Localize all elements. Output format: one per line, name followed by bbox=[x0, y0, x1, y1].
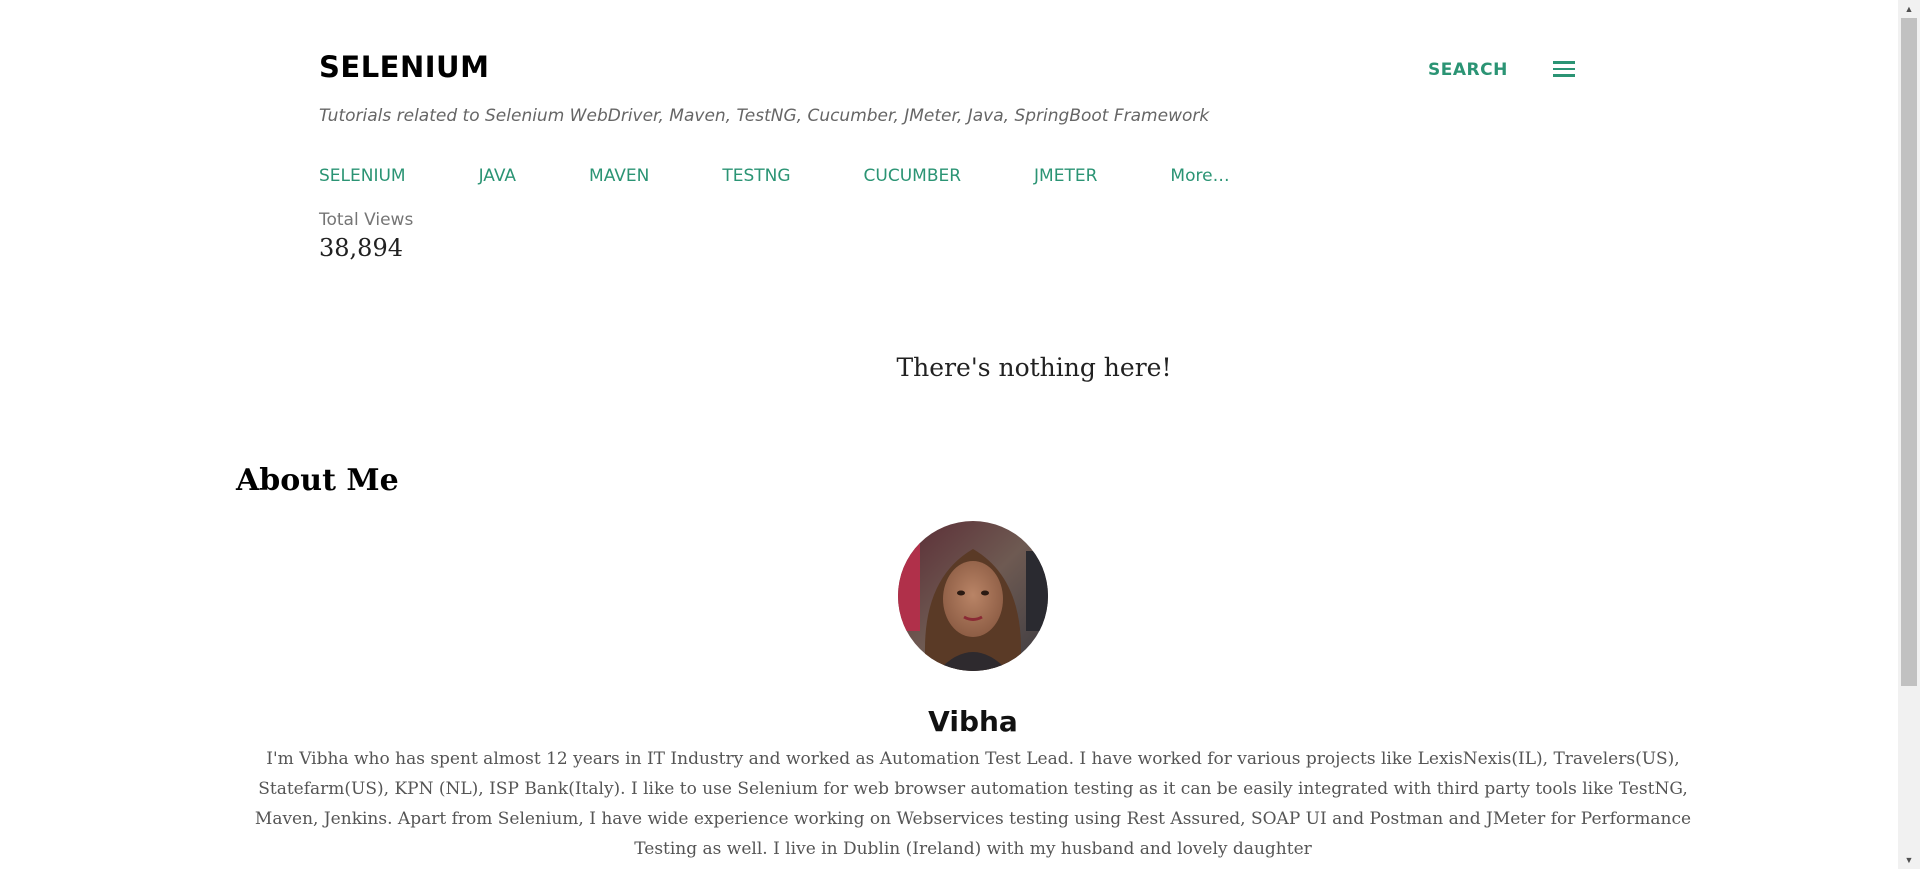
empty-message: There's nothing here! bbox=[896, 353, 1172, 382]
hamburger-menu-icon[interactable] bbox=[1553, 61, 1577, 79]
tab-testng[interactable]: TESTNG bbox=[722, 166, 790, 186]
tab-java[interactable]: JAVA bbox=[479, 166, 516, 186]
blog-description: Tutorials related to Selenium WebDriver,… bbox=[319, 106, 1210, 126]
blog-title[interactable]: SELENIUM bbox=[319, 50, 489, 84]
avatar[interactable] bbox=[898, 521, 1048, 671]
nav-tabs: SELENIUM JAVA MAVEN TESTNG CUCUMBER JMET… bbox=[319, 166, 1230, 186]
scroll-down-arrow-icon[interactable]: ▼ bbox=[1898, 851, 1920, 869]
profile-bio: I'm Vibha who has spent almost 12 years … bbox=[254, 749, 1692, 859]
tab-maven[interactable]: MAVEN bbox=[589, 166, 649, 186]
profile-name[interactable]: Vibha bbox=[0, 705, 1920, 738]
vertical-scrollbar[interactable]: ▲ ▼ bbox=[1898, 0, 1920, 869]
scroll-up-arrow-icon[interactable]: ▲ bbox=[1898, 0, 1920, 18]
tab-more[interactable]: More… bbox=[1170, 166, 1229, 186]
tab-cucumber[interactable]: CUCUMBER bbox=[864, 166, 962, 186]
blog-page: SELENIUM SEARCH Tutorials related to Sel… bbox=[0, 0, 1920, 869]
stats-value: 38,894 bbox=[319, 234, 403, 262]
tab-selenium[interactable]: SELENIUM bbox=[319, 166, 406, 186]
stats-label: Total Views bbox=[319, 210, 414, 230]
tab-jmeter[interactable]: JMETER bbox=[1034, 166, 1097, 186]
scroll-thumb[interactable] bbox=[1901, 18, 1917, 686]
search-button[interactable]: SEARCH bbox=[1428, 60, 1508, 80]
about-heading: About Me bbox=[236, 463, 399, 498]
avatar-image bbox=[898, 521, 1048, 671]
